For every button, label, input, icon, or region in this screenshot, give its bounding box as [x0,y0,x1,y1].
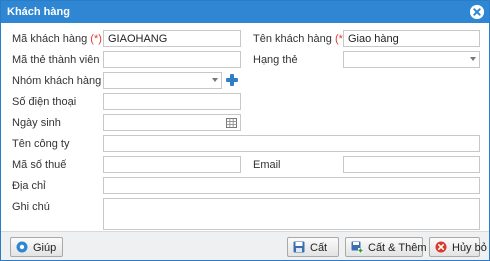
dialog-title: Khách hàng [7,6,70,18]
calendar-icon[interactable] [226,118,237,128]
cancel-icon [435,241,447,253]
customer-code-input[interactable]: GIAOHANG [103,30,241,47]
company-input[interactable] [103,135,480,152]
chevron-down-icon[interactable] [470,57,476,61]
address-input[interactable] [103,177,480,194]
dialog-footer: Giúp Cất Cất & Thêm Hủy bỏ [1,231,489,260]
customer-dialog: Khách hàng Mã khách hàng (*) GIAOHANG Tê… [0,0,490,261]
birthday-label: Ngày sinh [12,117,61,129]
note-label: Ghi chú [12,201,50,213]
email-input[interactable] [343,156,480,173]
title-bar: Khách hàng [1,1,489,23]
cancel-button[interactable]: Hủy bỏ [429,237,487,257]
birthday-input[interactable] [103,114,241,131]
tax-code-label: Mã số thuế [12,159,67,171]
card-tier-label: Hạng thẻ [253,54,298,66]
customer-group-select[interactable] [103,72,222,89]
note-textarea[interactable] [103,198,480,230]
member-card-input[interactable] [103,51,241,68]
email-label: Email [253,159,281,171]
customer-code-label: Mã khách hàng (*) [12,33,102,45]
save-add-icon [351,241,363,253]
close-icon[interactable] [470,5,484,19]
save-and-add-button[interactable]: Cất & Thêm [345,237,427,257]
card-tier-select[interactable] [343,51,480,68]
member-card-label: Mã thẻ thành viên [12,54,100,66]
add-group-icon[interactable] [225,73,239,87]
required-mark: (*) [90,33,102,45]
customer-name-label: Tên khách hàng (*) [253,33,347,45]
company-label: Tên công ty [12,138,70,150]
save-button[interactable]: Cất [287,237,339,257]
save-and-add-button-label: Cất & Thêm [368,242,427,254]
save-icon [293,241,305,253]
help-button[interactable]: Giúp [10,237,63,257]
help-icon [16,241,28,253]
customer-name-input[interactable]: Giao hàng [343,30,480,47]
address-label: Địa chỉ [12,180,46,192]
save-button-label: Cất [310,242,328,254]
tax-code-input[interactable] [103,156,241,173]
customer-group-label: Nhóm khách hàng [12,75,102,87]
phone-label: Số điện thoại [12,96,77,108]
chevron-down-icon[interactable] [212,78,218,82]
help-button-label: Giúp [33,242,57,254]
phone-input[interactable] [103,93,241,110]
form-body: Mã khách hàng (*) GIAOHANG Tên khách hàn… [1,23,489,231]
cancel-button-label: Hủy bỏ [452,242,487,254]
